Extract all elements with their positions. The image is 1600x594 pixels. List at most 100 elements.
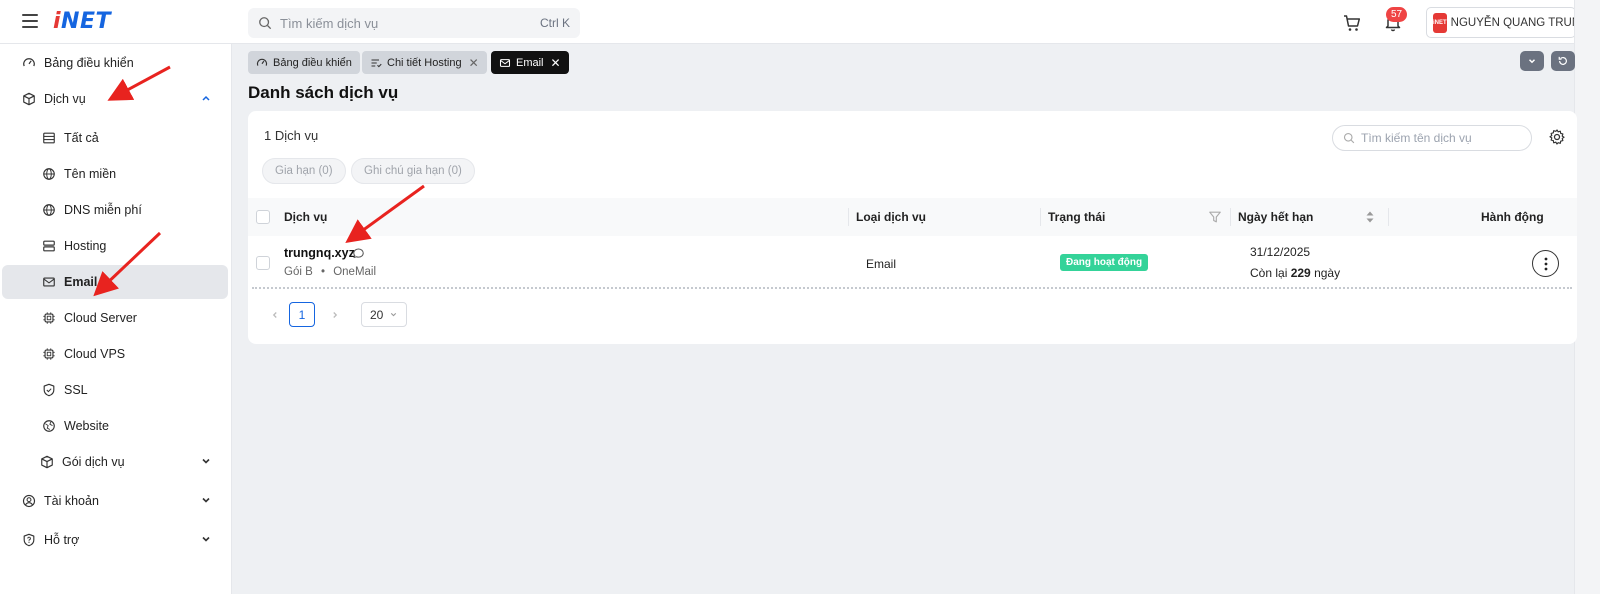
tabs-dropdown-button[interactable]	[1520, 51, 1544, 71]
search-icon	[259, 17, 272, 30]
sort-icon[interactable]	[1365, 210, 1375, 224]
sidebar-item-ssl[interactable]: SSL	[0, 373, 232, 407]
sidebar-item-website[interactable]: Website	[0, 409, 232, 443]
sidebar-item-label: Website	[64, 419, 109, 433]
page-size-select[interactable]: 20	[361, 302, 407, 327]
more-vertical-icon	[1544, 257, 1547, 270]
global-search[interactable]: Ctrl K	[248, 8, 580, 38]
filter-icon[interactable]	[1208, 210, 1222, 224]
expiry-date: 31/12/2025	[1250, 245, 1311, 259]
sidebar-item-service-packages[interactable]: Gói dịch vụ	[0, 445, 232, 479]
tab-email[interactable]: Email ✕	[491, 51, 569, 74]
sidebar-item-label: Tên miền	[64, 167, 117, 181]
row-checkbox[interactable]	[256, 256, 270, 270]
service-name-link[interactable]: trungnq.xyz	[284, 246, 355, 260]
column-divider	[1230, 208, 1231, 226]
support-icon	[23, 533, 35, 547]
sidebar-item-cloud-server[interactable]: Cloud Server	[0, 301, 232, 335]
row-actions-button[interactable]	[1532, 250, 1559, 277]
table-header: Dịch vụ Loại dịch vụ Trạng thái Ngày hết…	[248, 198, 1577, 236]
chevron-left-icon	[272, 311, 277, 318]
sidebar-item-label: Gói dịch vụ	[62, 455, 125, 469]
sidebar-item-email[interactable]: Email	[2, 265, 228, 299]
cart-icon[interactable]	[1342, 13, 1362, 33]
tab-label: Chi tiết Hosting	[387, 56, 462, 69]
table-row[interactable]: trungnq.xyz Gói B • OneMail Email Đang h…	[248, 236, 1577, 290]
sidebar-item-support[interactable]: Hỗ trợ	[0, 523, 232, 557]
sidebar-item-cloud-vps[interactable]: Cloud VPS	[0, 337, 232, 371]
sidebar-item-hosting[interactable]: Hosting	[0, 229, 232, 263]
inet-logo[interactable]: iNET	[53, 9, 111, 34]
notification-badge: 57	[1386, 7, 1408, 22]
top-header: iNET Ctrl K 57 iNET NGUYỄN QUANG TRUNG	[0, 0, 1589, 44]
service-search-input[interactable]	[1361, 131, 1521, 145]
user-menu-button[interactable]: iNET NGUYỄN QUANG TRUNG	[1426, 7, 1589, 38]
sidebar-item-services[interactable]: Dịch vụ	[0, 82, 232, 116]
shield-icon	[43, 383, 55, 397]
list-check-icon	[371, 58, 382, 67]
column-header-expiry: Ngày hết hạn	[1238, 210, 1314, 224]
sidebar-item-label: DNS miễn phí	[64, 203, 142, 217]
globe-icon	[43, 204, 55, 216]
sidebar-item-label: Tất cả	[64, 131, 99, 145]
sidebar-item-label: Dịch vụ	[44, 92, 86, 106]
renew-note-filter[interactable]: Ghi chú gia hạn (0)	[351, 158, 475, 184]
avatar: iNET	[1433, 12, 1447, 33]
box-icon	[41, 455, 53, 469]
sidebar-item-label: Email	[64, 275, 98, 289]
global-search-input[interactable]	[280, 15, 540, 31]
row-divider	[252, 287, 1572, 289]
chevron-down-icon	[202, 458, 210, 464]
tab-dashboard[interactable]: Bảng điều khiển	[248, 51, 360, 74]
sidebar-item-free-dns[interactable]: DNS miễn phí	[0, 193, 232, 227]
sidebar-item-all[interactable]: Tất cả	[0, 121, 232, 155]
sidebar: Bảng điều khiển Dịch vụ Tất cả Tên miền …	[0, 44, 232, 594]
gauge-icon	[23, 58, 35, 67]
column-divider	[848, 208, 849, 226]
next-page-button[interactable]	[324, 302, 346, 327]
remaining-days-count: 229	[1290, 266, 1311, 280]
page-number-button[interactable]: 1	[289, 302, 315, 327]
search-icon	[1343, 132, 1355, 144]
tab-label: Email	[516, 56, 544, 69]
sidebar-item-domains[interactable]: Tên miền	[0, 157, 232, 191]
refresh-icon	[1558, 56, 1567, 65]
close-icon[interactable]: ✕	[469, 56, 479, 70]
comment-icon[interactable]	[352, 247, 365, 260]
mail-icon	[499, 58, 511, 67]
sidebar-item-dashboard[interactable]: Bảng điều khiển	[0, 46, 232, 80]
remaining-suffix: ngày	[1314, 266, 1341, 280]
column-header-service: Dịch vụ	[284, 210, 328, 224]
close-icon[interactable]: ✕	[551, 56, 561, 70]
vertical-scrollbar[interactable]	[1574, 0, 1600, 594]
mail-icon	[43, 277, 55, 287]
hamburger-menu-icon[interactable]	[22, 14, 38, 28]
column-header-status: Trạng thái	[1048, 210, 1106, 224]
chip-icon	[43, 312, 55, 324]
refresh-button[interactable]	[1551, 51, 1575, 71]
renew-filter[interactable]: Gia hạn (0)	[262, 158, 346, 184]
service-type: Email	[866, 257, 897, 271]
list-icon	[43, 132, 55, 144]
sidebar-item-label: Hỗ trợ	[44, 533, 80, 547]
service-subtitle: Gói B • OneMail	[284, 266, 376, 278]
column-header-type: Loại dịch vụ	[856, 210, 927, 224]
web-icon	[43, 420, 55, 432]
status-badge: Đang hoạt động	[1060, 254, 1149, 271]
service-search[interactable]	[1332, 125, 1532, 151]
tab-hosting-detail[interactable]: Chi tiết Hosting ✕	[362, 51, 487, 74]
select-all-checkbox[interactable]	[256, 210, 270, 224]
box-icon	[23, 92, 35, 106]
prev-page-button[interactable]	[264, 302, 286, 327]
gear-icon[interactable]	[1548, 128, 1566, 146]
chevron-right-icon	[333, 311, 338, 318]
tab-label: Bảng điều khiển	[273, 56, 352, 69]
user-name: NGUYỄN QUANG TRUNG	[1450, 16, 1590, 29]
sidebar-item-account[interactable]: Tài khoản	[0, 484, 232, 518]
services-card: 1 Dịch vụ Gia hạn (0) Ghi chú gia hạn (0…	[248, 111, 1577, 344]
service-count: 1 Dịch vụ	[264, 128, 319, 143]
chevron-down-icon	[390, 312, 397, 317]
search-shortcut: Ctrl K	[540, 16, 570, 30]
sidebar-item-label: Tài khoản	[44, 494, 99, 508]
column-divider	[1040, 208, 1041, 226]
